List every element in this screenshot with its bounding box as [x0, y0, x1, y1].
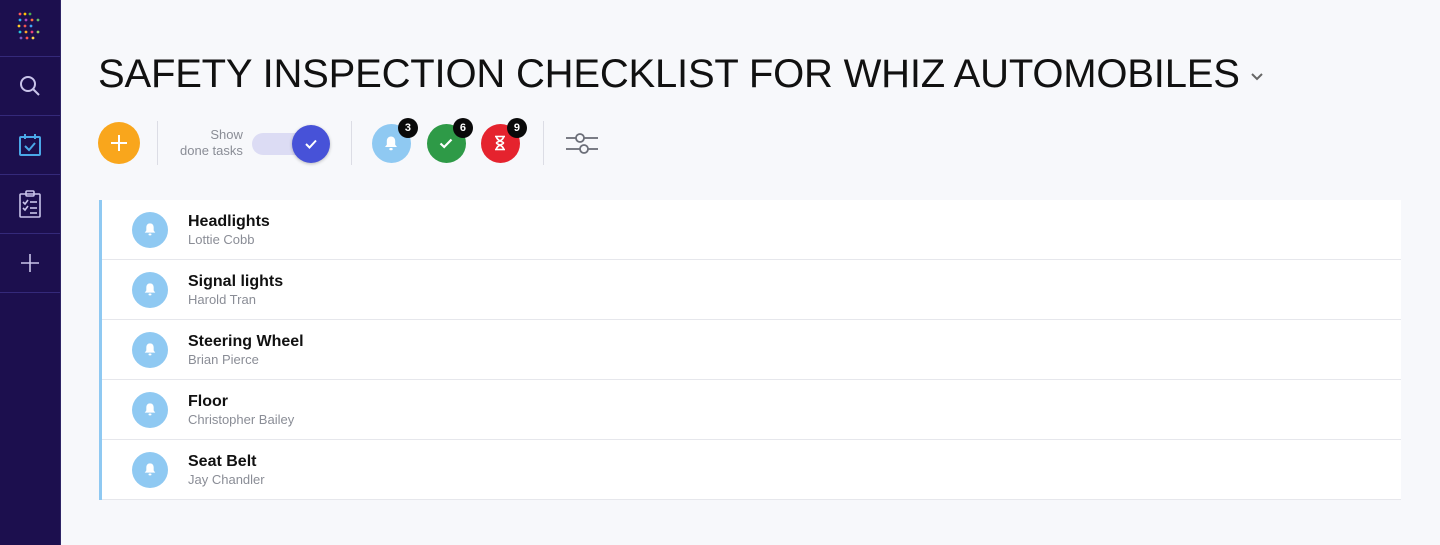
sidebar-item-checklists[interactable]	[0, 175, 60, 234]
bell-icon	[144, 283, 156, 296]
sidebar	[0, 0, 61, 545]
task-title: Seat Belt	[188, 452, 257, 470]
task-status-icon	[132, 271, 168, 308]
bell-icon	[385, 136, 398, 150]
task-assignee: Lottie Cobb	[188, 231, 255, 247]
task-assignee: Brian Pierce	[188, 351, 259, 367]
toggle-knob	[291, 125, 330, 163]
plus-icon	[111, 135, 127, 151]
task-title: Floor	[188, 392, 228, 410]
task-row[interactable]: Seat Belt Jay Chandler	[102, 440, 1401, 500]
task-text: Steering Wheel Brian Pierce	[188, 332, 304, 368]
pending-count-badge: 3	[397, 117, 418, 138]
task-list: Headlights Lottie Cobb Signal lights Har…	[99, 200, 1401, 500]
done-filter-button[interactable]: 6	[426, 117, 473, 163]
toolbar-divider	[350, 121, 352, 165]
overdue-filter-button[interactable]: 9	[480, 117, 527, 163]
bell-icon	[144, 463, 156, 476]
toolbar-divider	[542, 121, 544, 165]
task-title: Steering Wheel	[188, 332, 304, 350]
toolbar: Show done tasks 3 6 9	[98, 117, 602, 166]
bell-icon	[144, 223, 156, 236]
main-content: SAFETY INSPECTION CHECKLIST FOR WHIZ AUT…	[61, 0, 1440, 545]
task-title: Signal lights	[188, 272, 284, 290]
done-count-badge: 6	[452, 117, 473, 138]
toggle-label: Show done tasks	[180, 127, 243, 159]
task-text: Seat Belt Jay Chandler	[188, 452, 265, 488]
toolbar-divider	[157, 121, 158, 165]
task-row[interactable]: Headlights Lottie Cobb	[102, 200, 1401, 260]
pending-filter-button[interactable]: 3	[371, 117, 418, 163]
plus-icon	[21, 254, 39, 272]
bell-icon	[144, 343, 156, 356]
bell-icon	[144, 403, 156, 416]
task-assignee: Harold Tran	[188, 291, 256, 307]
app-logo[interactable]	[0, 0, 60, 57]
toggle-label-line1: Show	[210, 127, 243, 142]
check-icon	[305, 139, 317, 149]
task-title: Headlights	[188, 212, 270, 230]
clipboard-list-icon	[19, 190, 41, 218]
add-task-button[interactable]	[98, 122, 140, 164]
task-text: Headlights Lottie Cobb	[188, 212, 270, 248]
sidebar-item-calendar[interactable]	[0, 116, 60, 175]
task-assignee: Christopher Bailey	[188, 411, 295, 427]
logo-icon	[17, 12, 40, 40]
task-assignee: Jay Chandler	[188, 471, 265, 487]
overdue-count-badge: 9	[506, 117, 527, 138]
show-done-toggle-group: Show done tasks	[180, 124, 332, 163]
calendar-check-icon	[19, 134, 41, 156]
task-row[interactable]: Signal lights Harold Tran	[102, 260, 1401, 320]
task-text: Floor Christopher Bailey	[188, 392, 294, 428]
chevron-down-icon[interactable]	[1250, 72, 1264, 82]
search-icon	[20, 76, 40, 96]
task-status-icon	[132, 211, 168, 248]
show-done-toggle[interactable]	[251, 124, 332, 163]
sliders-icon	[565, 133, 598, 154]
task-text: Signal lights Harold Tran	[188, 272, 283, 308]
check-icon	[440, 138, 453, 149]
title-row: SAFETY INSPECTION CHECKLIST FOR WHIZ AUT…	[98, 52, 1264, 97]
task-status-icon	[132, 451, 168, 488]
page-title: SAFETY INSPECTION CHECKLIST FOR WHIZ AUT…	[98, 52, 1240, 96]
task-row[interactable]: Floor Christopher Bailey	[102, 380, 1401, 440]
filter-settings-button[interactable]	[562, 123, 602, 163]
sidebar-item-search[interactable]	[0, 57, 60, 116]
sidebar-item-add[interactable]	[0, 234, 60, 293]
task-row[interactable]: Steering Wheel Brian Pierce	[102, 320, 1401, 380]
task-status-icon	[132, 391, 168, 428]
hourglass-icon	[495, 135, 506, 151]
task-status-icon	[132, 331, 168, 368]
toggle-label-line2: done tasks	[180, 143, 243, 158]
